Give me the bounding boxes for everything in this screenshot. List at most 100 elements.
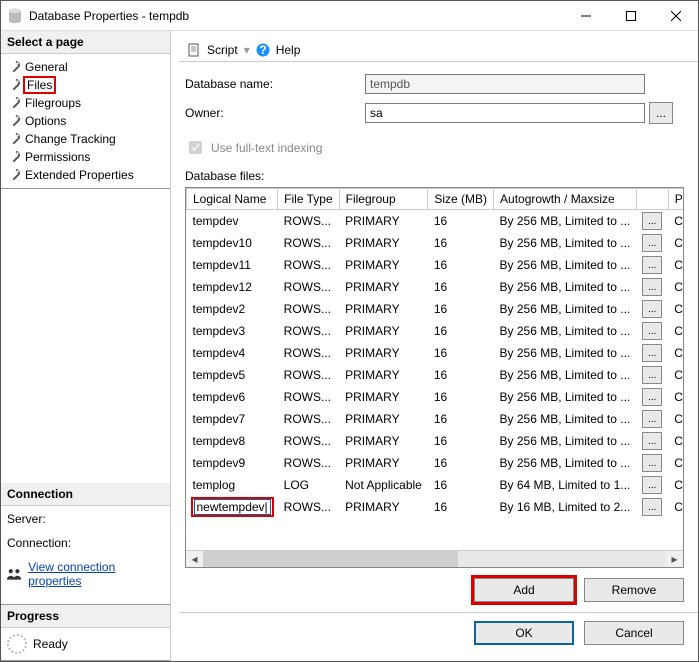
col-size[interactable]: Size (MB) bbox=[428, 189, 494, 210]
cell-file-type[interactable]: ROWS... bbox=[278, 210, 339, 233]
sidebar-item-options[interactable]: Options bbox=[3, 112, 168, 130]
autogrowth-edit-button[interactable]: ... bbox=[642, 344, 662, 362]
table-row[interactable]: tempdev4ROWS...PRIMARY16By 256 MB, Limit… bbox=[187, 342, 684, 364]
autogrowth-edit-button[interactable]: ... bbox=[642, 256, 662, 274]
cell-size[interactable]: 16 bbox=[428, 298, 494, 320]
cell-size[interactable]: 16 bbox=[428, 474, 494, 496]
remove-button[interactable]: Remove bbox=[584, 578, 684, 602]
table-row[interactable]: newtempdev|ROWS...PRIMARY16By 16 MB, Lim… bbox=[187, 496, 684, 518]
cell-filegroup[interactable]: PRIMARY bbox=[339, 210, 428, 233]
cell-filegroup[interactable]: PRIMARY bbox=[339, 342, 428, 364]
cell-logical-name[interactable]: tempdev4 bbox=[187, 342, 278, 364]
cell-file-type[interactable]: ROWS... bbox=[278, 430, 339, 452]
maximize-button[interactable] bbox=[608, 1, 653, 30]
autogrowth-edit-button[interactable]: ... bbox=[642, 300, 662, 318]
cell-logical-name[interactable]: tempdev8 bbox=[187, 430, 278, 452]
help-button[interactable]: Help bbox=[276, 43, 301, 57]
autogrowth-edit-button[interactable]: ... bbox=[642, 454, 662, 472]
view-connection-link[interactable]: View connection properties bbox=[28, 560, 164, 588]
close-button[interactable] bbox=[653, 1, 698, 30]
cell-filegroup[interactable]: PRIMARY bbox=[339, 276, 428, 298]
cell-filegroup[interactable]: PRIMARY bbox=[339, 452, 428, 474]
autogrowth-edit-button[interactable]: ... bbox=[642, 388, 662, 406]
autogrowth-edit-button[interactable]: ... bbox=[642, 410, 662, 428]
autogrowth-edit-button[interactable]: ... bbox=[642, 212, 662, 230]
autogrowth-edit-button[interactable]: ... bbox=[642, 476, 662, 494]
table-row[interactable]: templogLOGNot Applicable16By 64 MB, Limi… bbox=[187, 474, 684, 496]
cell-logical-name[interactable]: tempdev9 bbox=[187, 452, 278, 474]
cell-logical-name[interactable]: tempdev5 bbox=[187, 364, 278, 386]
autogrowth-edit-button[interactable]: ... bbox=[642, 432, 662, 450]
cell-file-type[interactable]: ROWS... bbox=[278, 342, 339, 364]
cell-filegroup[interactable]: PRIMARY bbox=[339, 232, 428, 254]
cell-logical-name[interactable]: tempdev7 bbox=[187, 408, 278, 430]
cell-size[interactable]: 16 bbox=[428, 430, 494, 452]
cell-size[interactable]: 16 bbox=[428, 386, 494, 408]
autogrowth-edit-button[interactable]: ... bbox=[642, 278, 662, 296]
owner-field[interactable] bbox=[365, 103, 645, 123]
cell-file-type[interactable]: ROWS... bbox=[278, 298, 339, 320]
cancel-button[interactable]: Cancel bbox=[584, 621, 684, 645]
cell-file-type[interactable]: ROWS... bbox=[278, 276, 339, 298]
cell-file-type[interactable]: ROWS... bbox=[278, 496, 339, 518]
cell-size[interactable]: 16 bbox=[428, 232, 494, 254]
cell-filegroup[interactable]: PRIMARY bbox=[339, 430, 428, 452]
cell-file-type[interactable]: LOG bbox=[278, 474, 339, 496]
cell-filegroup[interactable]: PRIMARY bbox=[339, 320, 428, 342]
cell-filegroup[interactable]: PRIMARY bbox=[339, 298, 428, 320]
col-file-type[interactable]: File Type bbox=[278, 189, 339, 210]
sidebar-item-extended-properties[interactable]: Extended Properties bbox=[3, 166, 168, 184]
cell-file-type[interactable]: ROWS... bbox=[278, 232, 339, 254]
cell-filegroup[interactable]: PRIMARY bbox=[339, 496, 428, 518]
col-logical-name[interactable]: Logical Name bbox=[187, 189, 278, 210]
script-dropdown[interactable]: ▾ bbox=[244, 43, 250, 57]
cell-filegroup[interactable]: PRIMARY bbox=[339, 386, 428, 408]
sidebar-item-files[interactable]: Files bbox=[3, 76, 168, 94]
cell-filegroup[interactable]: PRIMARY bbox=[339, 254, 428, 276]
cell-file-type[interactable]: ROWS... bbox=[278, 320, 339, 342]
sidebar-item-permissions[interactable]: Permissions bbox=[3, 148, 168, 166]
cell-size[interactable]: 16 bbox=[428, 452, 494, 474]
autogrowth-edit-button[interactable]: ... bbox=[642, 234, 662, 252]
table-row[interactable]: tempdevROWS...PRIMARY16By 256 MB, Limite… bbox=[187, 210, 684, 233]
col-autogrowth[interactable]: Autogrowth / Maxsize bbox=[494, 189, 637, 210]
cell-file-type[interactable]: ROWS... bbox=[278, 452, 339, 474]
table-row[interactable]: tempdev11ROWS...PRIMARY16By 256 MB, Limi… bbox=[187, 254, 684, 276]
files-grid[interactable]: Logical Name File Type Filegroup Size (M… bbox=[185, 187, 684, 568]
cell-logical-name[interactable]: tempdev2 bbox=[187, 298, 278, 320]
col-path[interactable]: Path bbox=[668, 189, 683, 210]
cell-size[interactable]: 16 bbox=[428, 276, 494, 298]
table-row[interactable]: tempdev9ROWS...PRIMARY16By 256 MB, Limit… bbox=[187, 452, 684, 474]
cell-logical-name[interactable]: tempdev6 bbox=[187, 386, 278, 408]
cell-file-type[interactable]: ROWS... bbox=[278, 254, 339, 276]
logical-name-edit[interactable]: newtempdev| bbox=[194, 499, 271, 515]
ok-button[interactable]: OK bbox=[474, 621, 574, 645]
table-row[interactable]: tempdev6ROWS...PRIMARY16By 256 MB, Limit… bbox=[187, 386, 684, 408]
scroll-right-icon[interactable]: ▸ bbox=[666, 551, 683, 568]
add-button[interactable]: Add bbox=[474, 578, 574, 602]
table-row[interactable]: tempdev3ROWS...PRIMARY16By 256 MB, Limit… bbox=[187, 320, 684, 342]
autogrowth-edit-button[interactable]: ... bbox=[642, 366, 662, 384]
scroll-left-icon[interactable]: ◂ bbox=[186, 551, 203, 568]
cell-size[interactable]: 16 bbox=[428, 342, 494, 364]
cell-logical-name[interactable]: tempdev3 bbox=[187, 320, 278, 342]
sidebar-item-general[interactable]: General bbox=[3, 58, 168, 76]
cell-file-type[interactable]: ROWS... bbox=[278, 364, 339, 386]
cell-size[interactable]: 16 bbox=[428, 408, 494, 430]
cell-filegroup[interactable]: PRIMARY bbox=[339, 408, 428, 430]
cell-logical-name[interactable]: tempdev11 bbox=[187, 254, 278, 276]
cell-filegroup[interactable]: Not Applicable bbox=[339, 474, 428, 496]
owner-browse-button[interactable]: ... bbox=[649, 102, 673, 124]
table-row[interactable]: tempdev10ROWS...PRIMARY16By 256 MB, Limi… bbox=[187, 232, 684, 254]
script-button[interactable]: Script bbox=[207, 43, 238, 57]
cell-file-type[interactable]: ROWS... bbox=[278, 408, 339, 430]
cell-size[interactable]: 16 bbox=[428, 320, 494, 342]
cell-size[interactable]: 16 bbox=[428, 364, 494, 386]
cell-filegroup[interactable]: PRIMARY bbox=[339, 364, 428, 386]
sidebar-item-change-tracking[interactable]: Change Tracking bbox=[3, 130, 168, 148]
horizontal-scrollbar[interactable]: ◂ ▸ bbox=[186, 550, 683, 567]
table-row[interactable]: tempdev8ROWS...PRIMARY16By 256 MB, Limit… bbox=[187, 430, 684, 452]
cell-logical-name[interactable]: tempdev12 bbox=[187, 276, 278, 298]
table-row[interactable]: tempdev12ROWS...PRIMARY16By 256 MB, Limi… bbox=[187, 276, 684, 298]
cell-size[interactable]: 16 bbox=[428, 496, 494, 518]
